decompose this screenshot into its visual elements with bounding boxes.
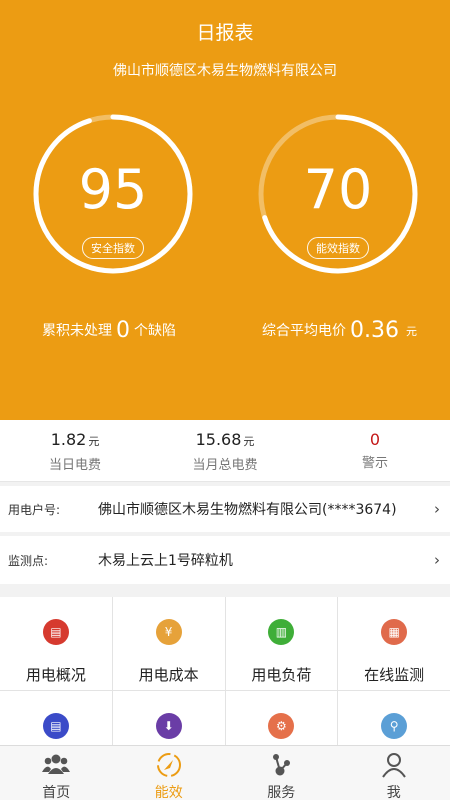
share-nodes-icon: [273, 754, 291, 776]
safety-index-label: 安全指数: [82, 237, 144, 259]
unhandled-defects-summary: 累积未处理 0 个缺陷: [42, 318, 176, 343]
document-icon: ▤: [42, 713, 69, 739]
account-value: 佛山市顺德区木易生物燃料有限公司(****3674): [98, 502, 397, 518]
chevron-right-icon: ›: [434, 500, 440, 518]
tab-home[interactable]: 首页: [0, 746, 113, 800]
bottom-tab-bar: 首页 能效 服务 我: [0, 745, 450, 800]
tab-service-label: 服务: [267, 785, 296, 800]
average-price-summary: 综合平均电价 0.36 元: [262, 318, 417, 343]
header-panel: 日报表 佛山市顺德区木易生物燃料有限公司 95 安全指数 70 能效指数 累积未…: [0, 0, 450, 420]
monthly-fee-value: 15.68: [195, 430, 242, 449]
price-unit: 元: [405, 325, 417, 338]
function-tile[interactable]: ▤: [0, 691, 112, 745]
function-tile[interactable]: ⬇: [112, 691, 225, 745]
price-prefix: 综合平均电价: [262, 323, 346, 339]
monthly-fee-stat[interactable]: 15.68 元 当月总电费: [150, 420, 300, 481]
stats-bar: 1.82 元 当日电费 15.68 元 当月总电费 0 警示: [0, 420, 450, 482]
alarm-stat[interactable]: 0 警示: [300, 420, 450, 481]
person-icon: [381, 753, 406, 778]
function-tile-label: 用电成本: [138, 666, 199, 684]
tab-me-label: 我: [386, 785, 401, 800]
safety-index-value: 95: [78, 158, 148, 221]
function-tile[interactable]: ▦ 在线监测: [338, 597, 450, 690]
tab-home-label: 首页: [42, 785, 71, 800]
safety-index-gauge[interactable]: 95 安全指数: [31, 112, 195, 276]
function-tile[interactable]: ▥ 用电负荷: [225, 597, 338, 690]
monitor-doc-icon: ▦: [381, 619, 408, 645]
average-price-value: 0.36: [350, 318, 399, 343]
tab-service[interactable]: 服务: [225, 746, 338, 800]
defects-count: 0: [116, 318, 130, 343]
tab-efficiency[interactable]: 能效: [113, 746, 226, 800]
page-title: 日报表: [196, 22, 254, 44]
efficiency-index-value: 70: [303, 158, 373, 221]
defects-suffix: 个缺陷: [134, 323, 176, 339]
account-label: 用电户号:: [8, 502, 61, 517]
info-download-icon: ⬇: [155, 713, 182, 739]
daily-fee-stat[interactable]: 1.82 元 当日电费: [0, 420, 150, 481]
company-name: 佛山市顺德区木易生物燃料有限公司: [113, 63, 337, 79]
monitor-point-selector-row[interactable]: 监测点: 木易上云上1号碎粒机 ›: [0, 536, 450, 584]
load-chart-icon: ▥: [268, 619, 295, 645]
monitor-point-value: 木易上云上1号碎粒机: [98, 553, 233, 569]
daily-fee-value: 1.82: [50, 430, 87, 449]
yuan-coin-icon: ¥: [155, 619, 182, 645]
defects-prefix: 累积未处理: [42, 323, 112, 339]
monthly-fee-label: 当月总电费: [192, 458, 258, 473]
daily-fee-label: 当日电费: [48, 458, 101, 473]
daily-fee-unit: 元: [88, 435, 100, 448]
gear-icon: ⚙: [268, 713, 295, 739]
function-tile-label: 在线监测: [364, 666, 425, 684]
function-tile[interactable]: ⚲: [338, 691, 450, 745]
tab-me[interactable]: 我: [338, 746, 450, 800]
efficiency-index-gauge[interactable]: 70 能效指数: [256, 112, 420, 276]
account-selector-row[interactable]: 用电户号: 佛山市顺德区木易生物燃料有限公司(****3674) ›: [0, 486, 450, 532]
function-tile-label: 用电概况: [25, 666, 86, 684]
function-grid: ▤ 用电概况 ¥ 用电成本 ▥ 用电负荷 ▦ 在线监测 ▤ ⬇ ⚙ ⚲: [0, 597, 450, 745]
function-tile[interactable]: ▤ 用电概况: [0, 597, 112, 690]
people-icon: [42, 754, 71, 774]
compass-icon: [156, 753, 181, 777]
function-tile[interactable]: ⚙: [225, 691, 338, 745]
function-tile[interactable]: ¥ 用电成本: [112, 597, 225, 690]
alarm-count: 0: [369, 430, 381, 449]
monthly-fee-unit: 元: [243, 435, 255, 448]
function-tile-label: 用电负荷: [251, 666, 312, 684]
alarm-label: 警示: [361, 456, 388, 471]
efficiency-index-label: 能效指数: [307, 237, 369, 259]
monitor-point-label: 监测点:: [8, 553, 49, 568]
chevron-right-icon: ›: [434, 551, 440, 569]
search-icon: ⚲: [381, 713, 408, 739]
report-icon: ▤: [42, 619, 69, 645]
tab-efficiency-label: 能效: [154, 785, 183, 800]
